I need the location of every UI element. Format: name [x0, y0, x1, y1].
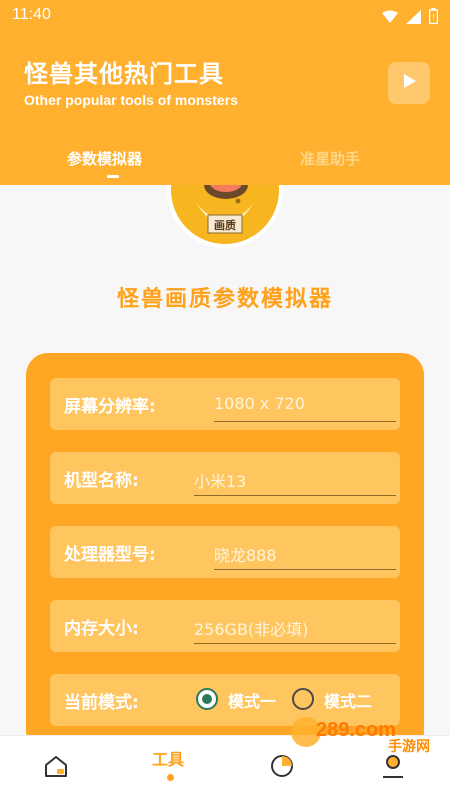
svg-text:!: !	[432, 13, 435, 22]
processor-underline	[214, 569, 396, 570]
nav-stats[interactable]	[264, 750, 300, 786]
pie-chart-icon	[269, 753, 295, 783]
memory-label: 内存大小:	[64, 619, 139, 639]
processor-field[interactable]: 处理器型号: 晓龙888	[50, 526, 400, 578]
watermark-subtext: 手游网	[388, 739, 430, 755]
profile-icon	[380, 753, 406, 783]
avatar-badge: 画质	[214, 218, 236, 232]
nav-home[interactable]	[38, 750, 74, 786]
home-icon	[43, 754, 69, 782]
wifi-icon	[382, 9, 398, 28]
mode1-radio[interactable]	[196, 688, 218, 710]
main-content: 画质 怪兽画质参数模拟器 屏幕分辨率: 1080 x 720 机型名称: 小米1…	[0, 185, 450, 735]
tab-param-simulator[interactable]: 参数模拟器	[67, 148, 142, 169]
signal-icon	[406, 9, 421, 28]
model-underline	[194, 495, 396, 496]
status-time: 11:40	[12, 6, 51, 23]
resolution-label: 屏幕分辨率:	[64, 397, 156, 417]
memory-input[interactable]: 256GB(非必填)	[194, 616, 308, 640]
model-input[interactable]: 小米13	[194, 468, 246, 492]
tool-title: 怪兽画质参数模拟器	[116, 287, 333, 312]
processor-input[interactable]: 晓龙888	[214, 542, 277, 566]
memory-underline	[194, 643, 396, 644]
page-subtitle: Other popular tools of monsters	[24, 92, 238, 108]
model-label: 机型名称:	[64, 471, 139, 491]
svg-text:289.com: 289.com	[316, 719, 396, 741]
battery-icon: !	[428, 8, 439, 28]
tab-crosshair-helper[interactable]: 准星助手	[300, 148, 360, 169]
resolution-input[interactable]: 1080 x 720	[214, 394, 305, 413]
mode-label: 当前模式:	[64, 693, 139, 713]
status-icons: !	[382, 8, 439, 28]
resolution-underline	[214, 421, 396, 422]
memory-field[interactable]: 内存大小: 256GB(非必填)	[50, 600, 400, 652]
status-bar: 11:40 !	[0, 0, 450, 32]
model-field[interactable]: 机型名称: 小米13	[50, 452, 400, 504]
tab-indicator	[107, 175, 119, 178]
play-icon	[399, 71, 419, 95]
nav-active-dot	[167, 774, 174, 781]
monster-avatar: 画质	[164, 185, 286, 255]
header: 怪兽其他热门工具 Other popular tools of monsters…	[0, 32, 450, 185]
nav-tools-label[interactable]: 工具	[152, 746, 184, 770]
page-title: 怪兽其他热门工具	[24, 60, 224, 88]
mode1-label[interactable]: 模式一	[228, 688, 276, 712]
processor-label: 处理器型号:	[64, 545, 156, 565]
resolution-field[interactable]: 屏幕分辨率: 1080 x 720	[50, 378, 400, 430]
settings-form: 屏幕分辨率: 1080 x 720 机型名称: 小米13 处理器型号: 晓龙88…	[26, 353, 424, 735]
play-button[interactable]	[388, 62, 430, 104]
